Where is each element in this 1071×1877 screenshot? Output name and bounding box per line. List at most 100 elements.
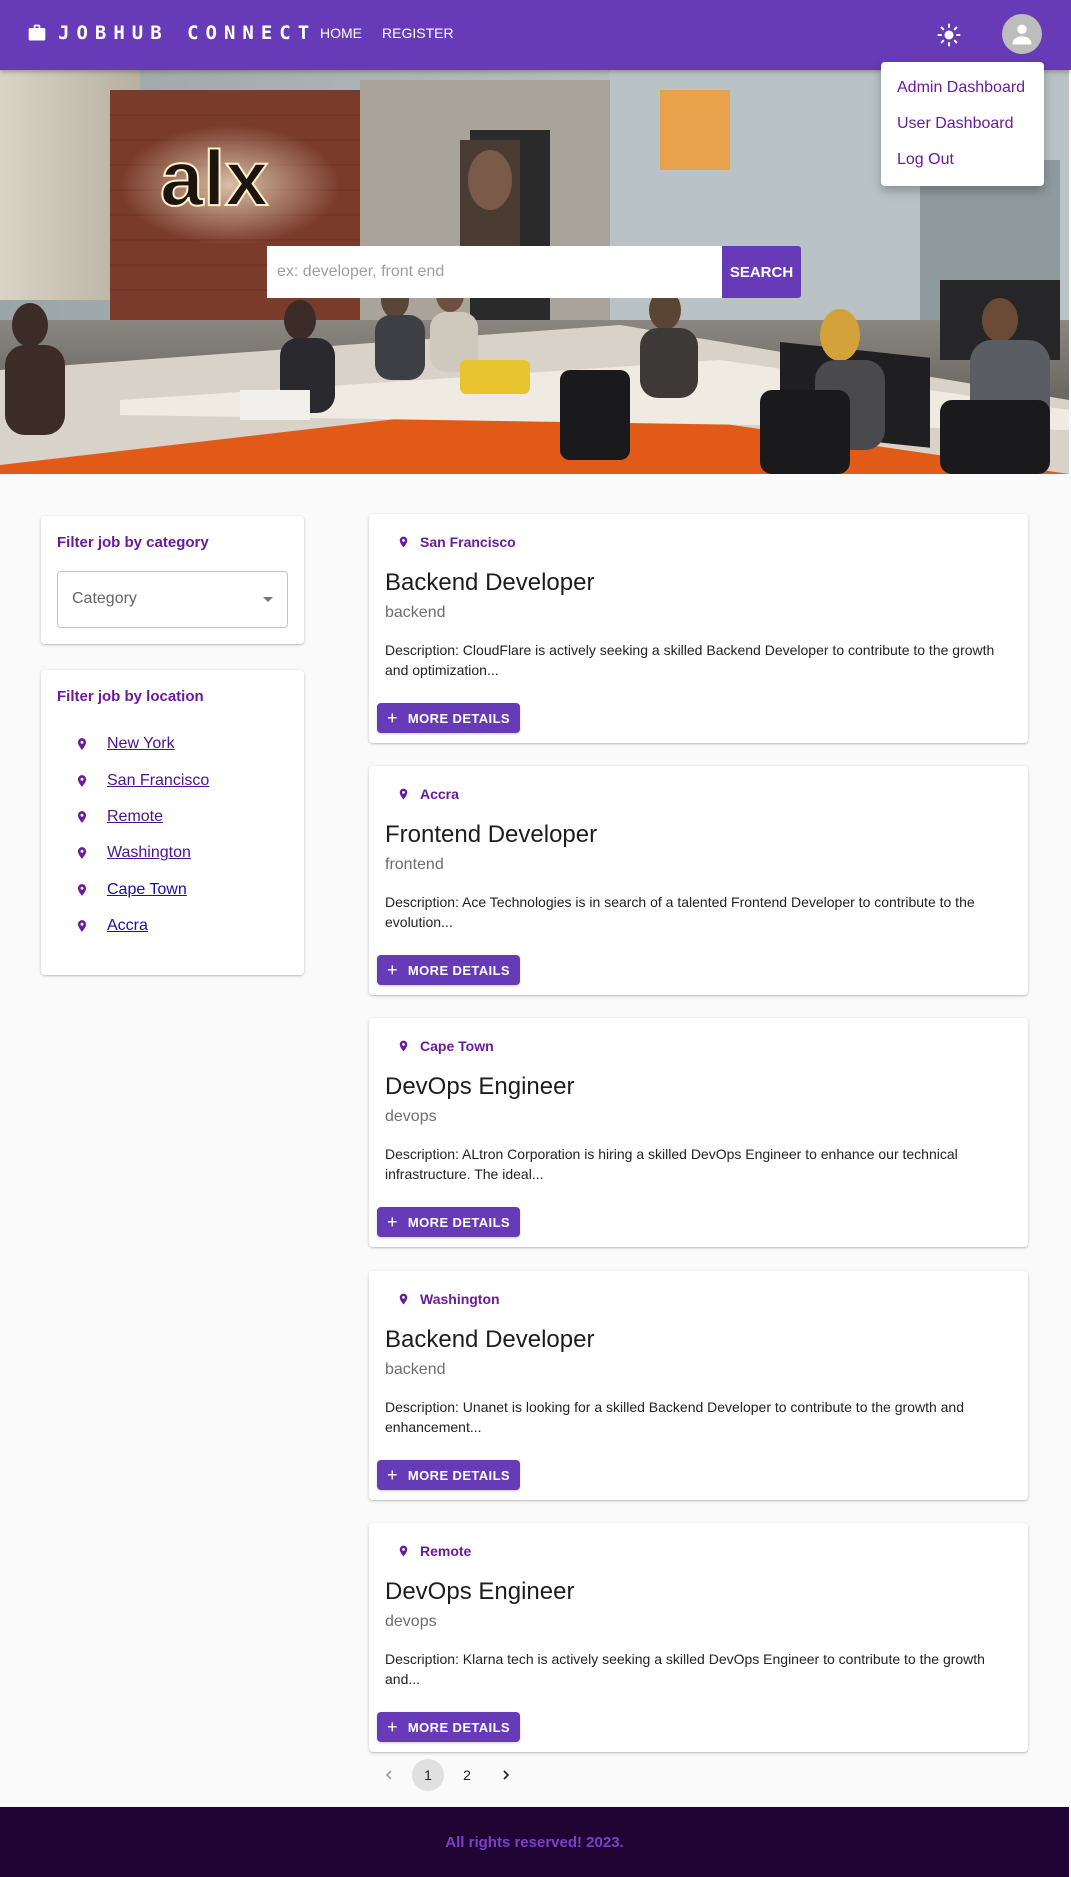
menu-admin-dashboard[interactable]: Admin Dashboard	[881, 70, 1044, 106]
app-bar: JOBHUB CONNECT HOME REGISTER	[0, 0, 1071, 70]
menu-log-out[interactable]: Log Out	[881, 142, 1044, 178]
location-list: New York San Francisco Remote Washington…	[75, 726, 209, 944]
sun-icon	[937, 23, 961, 47]
location-link-accra[interactable]: Accra	[107, 917, 148, 935]
job-location-text: Cape Town	[420, 1038, 494, 1054]
page-button-1[interactable]: 1	[412, 1759, 444, 1791]
job-category: backend	[385, 1361, 446, 1378]
location-pin-icon	[399, 788, 408, 800]
chevron-right-icon	[503, 1770, 510, 1780]
search-input[interactable]	[267, 246, 722, 298]
location-link-washington[interactable]: Washington	[107, 844, 191, 862]
location-pin-icon	[399, 1545, 408, 1557]
plus-icon: +	[387, 708, 398, 728]
job-description: Description: CloudFlare is actively seek…	[385, 642, 995, 678]
job-card: Cape Town DevOps Engineer devops Descrip…	[369, 1018, 1028, 1247]
job-location: Accra	[397, 786, 459, 802]
menu-user-dashboard[interactable]: User Dashboard	[881, 106, 1044, 142]
plus-icon: +	[387, 1212, 398, 1232]
job-description: Description: Unanet is looking for a ski…	[385, 1399, 964, 1435]
more-details-label: MORE DETAILS	[407, 1214, 510, 1230]
location-pin-icon	[399, 1293, 408, 1305]
plus-icon: +	[387, 960, 398, 980]
nav-home[interactable]: HOME	[320, 25, 362, 41]
category-filter-card: Filter job by category Category	[41, 516, 304, 644]
more-details-button[interactable]: + MORE DETAILS	[377, 703, 520, 733]
location-pin-icon	[77, 774, 87, 787]
nav-register[interactable]: REGISTER	[382, 25, 454, 41]
more-details-label: MORE DETAILS	[407, 710, 510, 726]
job-description: Description: Klarna tech is actively see…	[385, 1651, 985, 1687]
more-details-button[interactable]: + MORE DETAILS	[377, 955, 520, 985]
category-select-label: Category	[72, 590, 137, 607]
caret-down-icon	[263, 597, 273, 602]
location-filter-card: Filter job by location New York San Fran…	[41, 670, 304, 975]
job-card: Remote DevOps Engineer devops Descriptio…	[369, 1523, 1028, 1752]
location-filter-title: Filter job by location	[57, 688, 204, 705]
job-card: Accra Frontend Developer frontend Descri…	[369, 766, 1028, 995]
person-icon	[1012, 24, 1032, 45]
job-location: Cape Town	[397, 1038, 494, 1054]
pagination: 1 2	[373, 1759, 529, 1791]
job-location: Remote	[397, 1543, 471, 1559]
job-location-text: Remote	[420, 1543, 472, 1559]
more-details-button[interactable]: + MORE DETAILS	[377, 1712, 520, 1742]
search-button[interactable]: SEARCH	[722, 246, 801, 298]
theme-toggle-button[interactable]	[932, 18, 966, 52]
job-title: Backend Developer	[385, 569, 595, 596]
location-pin-icon	[77, 811, 87, 823]
main-nav: HOME REGISTER	[320, 25, 474, 41]
more-details-button[interactable]: + MORE DETAILS	[377, 1460, 520, 1490]
page-button-2[interactable]: 2	[451, 1759, 483, 1791]
location-item[interactable]: Remote	[75, 799, 209, 835]
job-location: Washington	[397, 1291, 500, 1307]
chevron-left-icon	[385, 1770, 392, 1780]
location-link-new-york[interactable]: New York	[107, 735, 175, 753]
job-location: San Francisco	[397, 534, 516, 550]
more-details-button[interactable]: + MORE DETAILS	[377, 1207, 520, 1237]
job-description: Description: ALtron Corporation is hirin…	[385, 1146, 958, 1182]
job-title: Frontend Developer	[385, 821, 598, 848]
job-category: frontend	[385, 856, 444, 873]
plus-icon: +	[387, 1465, 398, 1485]
location-item[interactable]: Washington	[75, 835, 209, 871]
previous-page-button[interactable]	[373, 1759, 405, 1791]
more-details-label: MORE DETAILS	[407, 962, 510, 978]
job-location-text: Accra	[420, 786, 459, 802]
job-title: Backend Developer	[385, 1326, 595, 1353]
plus-icon: +	[387, 1717, 398, 1737]
footer-copyright: All rights reserved! 2023.	[445, 1833, 624, 1851]
brand[interactable]: JOBHUB CONNECT	[26, 22, 316, 44]
location-item[interactable]: Cape Town	[75, 872, 209, 908]
location-link-cape-town[interactable]: Cape Town	[107, 881, 187, 899]
location-item[interactable]: San Francisco	[75, 762, 209, 798]
job-category: backend	[385, 604, 446, 621]
next-page-button[interactable]	[490, 1759, 522, 1791]
category-select[interactable]: Category	[57, 571, 288, 628]
location-pin-icon	[77, 920, 87, 932]
location-link-remote[interactable]: Remote	[107, 808, 163, 826]
category-filter-title: Filter job by category	[57, 534, 209, 551]
alx-sign: alx	[160, 134, 268, 222]
job-title: DevOps Engineer	[385, 1073, 575, 1100]
location-pin-icon	[399, 1040, 408, 1052]
briefcase-icon	[28, 24, 46, 41]
job-title: DevOps Engineer	[385, 1578, 575, 1605]
job-category: devops	[385, 1613, 437, 1630]
location-pin-icon	[77, 738, 87, 751]
job-description: Description: Ace Technologies is in sear…	[385, 894, 975, 930]
job-search-bar: SEARCH	[267, 246, 801, 298]
location-link-san-francisco[interactable]: San Francisco	[107, 772, 209, 790]
job-location-text: Washington	[420, 1291, 500, 1307]
location-item[interactable]: New York	[75, 726, 209, 762]
job-category: devops	[385, 1108, 437, 1125]
more-details-label: MORE DETAILS	[407, 1467, 510, 1483]
job-card: Washington Backend Developer backend Des…	[369, 1271, 1028, 1500]
avatar[interactable]	[1002, 14, 1042, 54]
location-pin-icon	[399, 536, 408, 548]
job-location-text: San Francisco	[420, 534, 516, 550]
account-menu: Admin Dashboard User Dashboard Log Out	[881, 62, 1044, 186]
location-pin-icon	[77, 883, 87, 896]
brand-name: JOBHUB CONNECT	[58, 22, 317, 44]
location-item[interactable]: Accra	[75, 908, 209, 944]
